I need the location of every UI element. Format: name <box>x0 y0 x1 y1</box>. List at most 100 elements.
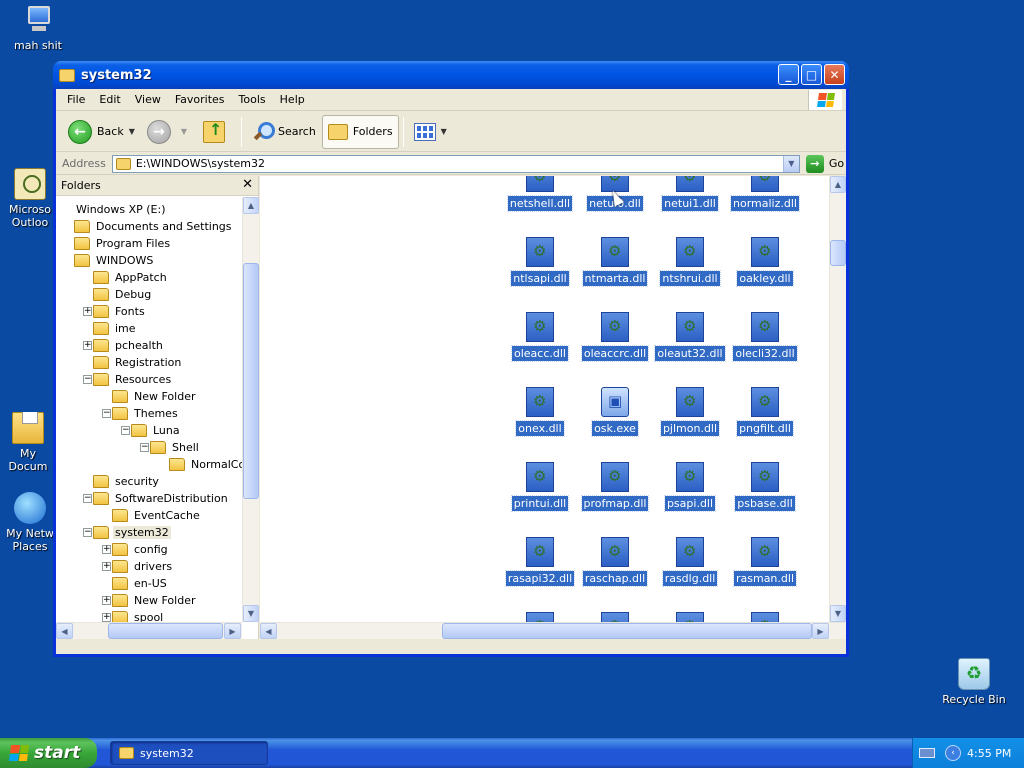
file-item[interactable]: ntshrui.dll <box>650 237 730 287</box>
tree-item[interactable]: + config <box>102 541 170 558</box>
title-bar[interactable]: system32 _ □ ✕ <box>53 61 849 89</box>
go-button[interactable]: → Go <box>805 154 844 173</box>
file-item[interactable]: profmap.dll <box>575 462 655 512</box>
tree-item[interactable]: − Shell <box>140 439 201 456</box>
file-item[interactable]: olecli32.dll <box>725 312 805 362</box>
files-horizontal-scrollbar[interactable]: ◀ ▶ <box>260 622 846 639</box>
expand-icon[interactable]: + <box>102 613 111 622</box>
collapse-icon[interactable]: − <box>83 375 92 384</box>
tree-item[interactable]: AppPatch <box>93 269 169 286</box>
desktop-icon-outlook[interactable]: Microso Outloo <box>0 168 60 229</box>
chevron-down-icon[interactable]: ▼ <box>782 155 799 172</box>
tree-item[interactable]: Registration <box>93 354 183 371</box>
tree-item[interactable]: NormalColor <box>169 456 242 473</box>
menu-tools[interactable]: Tools <box>232 93 273 106</box>
collapse-icon[interactable]: − <box>102 409 111 418</box>
maximize-button[interactable]: □ <box>801 64 822 85</box>
tree-item[interactable]: Windows XP (E:) <box>74 201 168 218</box>
keyboard-icon[interactable] <box>919 748 935 758</box>
tree-item[interactable]: + pchealth <box>83 337 165 354</box>
scroll-right-button[interactable]: ▶ <box>812 623 829 639</box>
menu-file[interactable]: File <box>60 93 92 106</box>
tree-item[interactable]: Documents and Settings <box>74 218 234 235</box>
file-item[interactable]: pjlmon.dll <box>650 387 730 437</box>
file-item[interactable]: printui.dll <box>500 462 580 512</box>
file-item[interactable]: netshell.dll <box>500 176 580 212</box>
scroll-left-button[interactable]: ◀ <box>56 623 73 639</box>
file-item[interactable]: psapi.dll <box>650 462 730 512</box>
chevron-down-icon[interactable]: ▼ <box>181 127 187 136</box>
taskbar-button-system32[interactable]: system32 <box>110 741 268 765</box>
expand-icon[interactable]: + <box>102 596 111 605</box>
file-item[interactable]: raschap.dll <box>575 537 655 587</box>
tree-item[interactable]: − SoftwareDistribution <box>83 490 230 507</box>
folders-horizontal-scrollbar[interactable]: ◀ ▶ <box>56 622 242 639</box>
collapse-icon[interactable]: − <box>83 494 92 503</box>
tree-item[interactable]: + Fonts <box>83 303 147 320</box>
tree-item[interactable]: security <box>93 473 161 490</box>
close-icon[interactable]: ✕ <box>242 177 253 192</box>
scroll-thumb[interactable] <box>243 263 259 499</box>
expand-icon[interactable]: + <box>102 562 111 571</box>
start-button[interactable]: start <box>0 738 97 768</box>
scroll-down-button[interactable]: ▼ <box>243 605 259 622</box>
desktop-icon-recycle-bin[interactable]: Recycle Bin <box>936 658 1012 706</box>
forward-button[interactable]: → ▼ <box>141 115 193 149</box>
tree-item[interactable]: − Themes <box>102 405 180 422</box>
tree-item[interactable]: + drivers <box>102 558 174 575</box>
collapse-icon[interactable]: − <box>83 528 92 537</box>
tree-item[interactable]: ime <box>93 320 138 337</box>
expand-icon[interactable]: + <box>83 341 92 350</box>
menu-favorites[interactable]: Favorites <box>168 93 232 106</box>
minimize-button[interactable]: _ <box>778 64 799 85</box>
menu-help[interactable]: Help <box>273 93 312 106</box>
tree-item[interactable]: − system32 <box>83 524 171 541</box>
close-button[interactable]: ✕ <box>824 64 845 85</box>
desktop-icon-my-documents[interactable]: My Docum <box>0 412 56 473</box>
tree-item[interactable]: Program Files <box>74 235 172 252</box>
scroll-thumb[interactable] <box>108 623 223 639</box>
menu-view[interactable]: View <box>128 93 168 106</box>
file-item[interactable]: rasman.dll <box>725 537 805 587</box>
address-input[interactable]: E:\WINDOWS\system32 ▼ <box>111 154 800 173</box>
scroll-left-button[interactable]: ◀ <box>260 623 277 639</box>
files-vertical-scrollbar[interactable]: ▲ ▼ <box>829 176 846 622</box>
chevron-down-icon[interactable]: ▼ <box>441 127 447 136</box>
folders-vertical-scrollbar[interactable]: ▲ ▼ <box>242 197 259 622</box>
desktop-icon-network-places[interactable]: My Netw Places <box>0 492 60 553</box>
file-item[interactable]: ntmarta.dll <box>575 237 655 287</box>
file-item[interactable]: ntlsapi.dll <box>500 237 580 287</box>
expand-icon[interactable]: + <box>83 307 92 316</box>
file-item[interactable]: oleaut32.dll <box>650 312 730 362</box>
collapse-icon[interactable]: − <box>121 426 130 435</box>
search-button[interactable]: Search <box>246 115 322 149</box>
scroll-thumb[interactable] <box>830 240 846 266</box>
show-hidden-icons-button[interactable]: ‹ <box>945 745 961 761</box>
file-item[interactable]: oakley.dll <box>725 237 805 287</box>
file-item[interactable]: rasdlg.dll <box>650 537 730 587</box>
back-button[interactable]: ← Back ▼ <box>62 115 141 149</box>
tree-item[interactable]: en-US <box>112 575 169 592</box>
file-item[interactable]: pngfilt.dll <box>725 387 805 437</box>
file-item[interactable]: onex.dll <box>500 387 580 437</box>
tree-item[interactable]: − Luna <box>121 422 182 439</box>
tree-item[interactable]: Debug <box>93 286 153 303</box>
file-item[interactable]: oleacc.dll <box>500 312 580 362</box>
file-item[interactable]: osk.exe <box>575 387 655 437</box>
views-button[interactable]: ▼ <box>408 115 453 149</box>
desktop-icon-my-computer[interactable]: mah shit <box>0 4 76 52</box>
chevron-down-icon[interactable]: ▼ <box>129 127 135 136</box>
scroll-thumb[interactable] <box>442 623 812 639</box>
collapse-icon[interactable]: − <box>140 443 149 452</box>
file-item[interactable]: oleaccrc.dll <box>575 312 655 362</box>
file-item[interactable]: psbase.dll <box>725 462 805 512</box>
menu-edit[interactable]: Edit <box>92 93 127 106</box>
scroll-up-button[interactable]: ▲ <box>830 176 846 193</box>
tree-item[interactable]: − Resources <box>83 371 173 388</box>
folders-button[interactable]: Folders <box>321 114 399 149</box>
tree-item[interactable]: New Folder <box>112 388 197 405</box>
scroll-down-button[interactable]: ▼ <box>830 605 846 622</box>
tree-item[interactable]: EventCache <box>112 507 202 524</box>
scroll-up-button[interactable]: ▲ <box>243 197 259 214</box>
file-item[interactable]: rasapi32.dll <box>500 537 580 587</box>
